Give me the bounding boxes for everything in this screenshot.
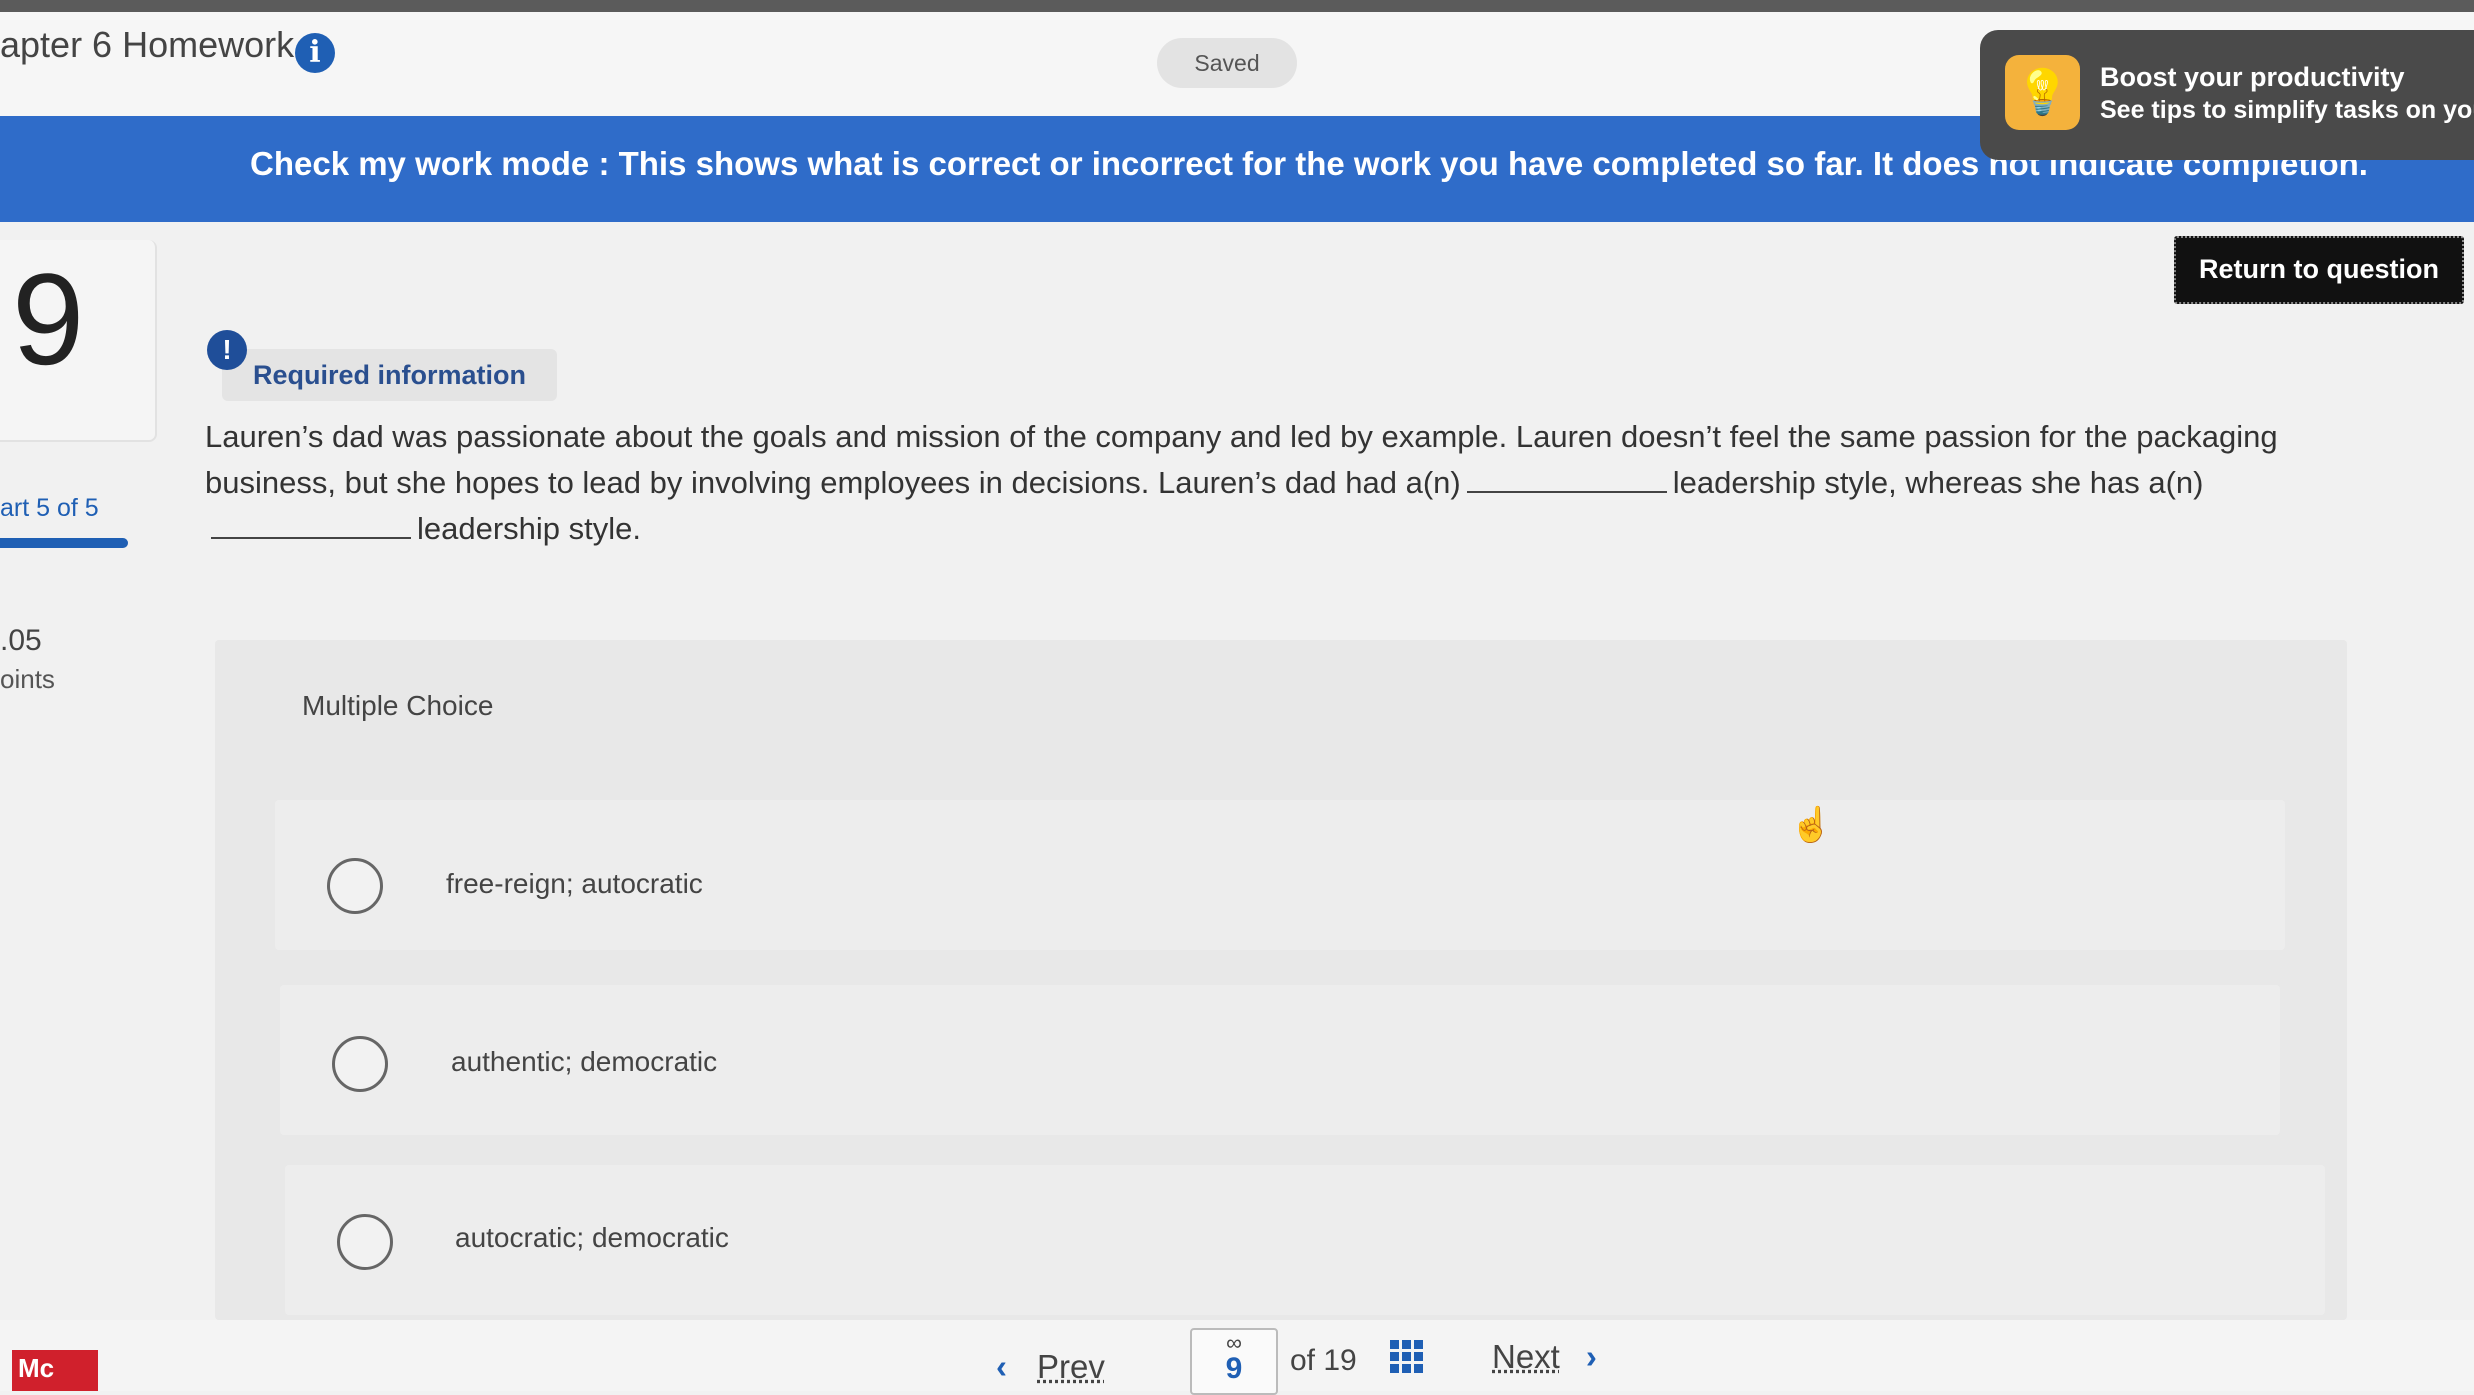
next-button[interactable]: Next ›: [1492, 1338, 1597, 1376]
hand-cursor-icon: ☝: [1790, 806, 1833, 844]
grid-icon[interactable]: [1390, 1340, 1424, 1374]
prev-label: Prev: [1037, 1348, 1105, 1385]
productivity-tip-popup[interactable]: 💡 Boost your productivity See tips to si…: [1980, 30, 2474, 160]
radio-button[interactable]: [332, 1036, 388, 1092]
radio-button[interactable]: [337, 1214, 393, 1270]
info-icon[interactable]: i: [295, 33, 335, 73]
question-number: 9: [12, 246, 85, 392]
current-page-box[interactable]: ∞ 9: [1190, 1328, 1278, 1395]
alert-icon: !: [207, 330, 247, 370]
next-label: Next: [1492, 1338, 1560, 1375]
radio-button[interactable]: [327, 858, 383, 914]
tip-subtitle: See tips to simplify tasks on you: [2100, 96, 2474, 124]
question-text-part3: leadership style.: [417, 511, 642, 546]
part-label: art 5 of 5: [0, 494, 99, 522]
points-label: oints: [0, 664, 55, 694]
tip-title: Boost your productivity: [2100, 62, 2405, 92]
points-value: .05: [0, 624, 42, 657]
question-text: Lauren’s dad was passionate about the go…: [205, 414, 2355, 552]
assignment-title: apter 6 Homework: [0, 24, 295, 65]
required-info-label: Required information: [253, 360, 527, 390]
part-progress-bar: [0, 538, 128, 548]
choice-option-label: free-reign; autocratic: [446, 868, 703, 899]
choice-option-label: autocratic; democratic: [455, 1222, 729, 1253]
choice-option-label: authentic; democratic: [451, 1046, 718, 1077]
chevron-left-icon: ‹: [996, 1348, 1007, 1385]
question-text-part2: leadership style, whereas she has a(n): [1672, 465, 2204, 500]
saved-status-badge: Saved: [1157, 38, 1297, 88]
top-edge: [0, 0, 2474, 12]
answer-blank-1: [1466, 463, 1667, 493]
lightbulb-icon: 💡: [2005, 55, 2080, 130]
answer-blank-2: [211, 509, 411, 539]
mcgraw-hill-logo: Mc: [12, 1350, 98, 1391]
prev-button[interactable]: ‹ Prev: [996, 1348, 1105, 1386]
chevron-right-icon: ›: [1585, 1338, 1597, 1375]
return-to-question-button[interactable]: Return to question: [2174, 236, 2464, 304]
page-total: of 19: [1290, 1344, 1357, 1377]
current-page-number: 9: [1225, 1352, 1243, 1385]
multiple-choice-label: Multiple Choice: [302, 690, 494, 721]
link-icon: ∞: [1226, 1330, 1242, 1355]
